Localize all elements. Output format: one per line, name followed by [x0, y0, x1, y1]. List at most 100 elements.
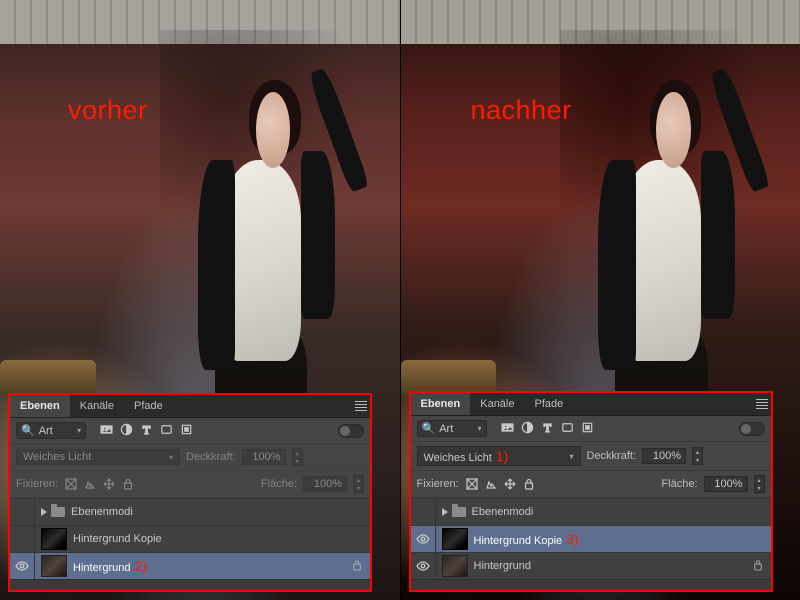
- filter-adjust-icon[interactable]: [521, 421, 534, 437]
- lock-position-icon[interactable]: [503, 477, 517, 491]
- layer-group-row[interactable]: Ebenenmodi: [10, 498, 370, 525]
- filter-type-icon[interactable]: [140, 423, 153, 439]
- opacity-value[interactable]: 100%: [242, 449, 286, 465]
- filter-kind-label: Art: [39, 425, 73, 437]
- tab-paths[interactable]: Pfade: [525, 393, 574, 415]
- tab-channels[interactable]: Kanäle: [470, 393, 524, 415]
- layer-name: Hintergrund2): [73, 558, 352, 574]
- layer-thumbnail[interactable]: [442, 528, 468, 550]
- lock-position-icon[interactable]: [102, 477, 116, 491]
- after-label: nachher: [471, 95, 572, 126]
- search-icon: 🔍: [422, 422, 436, 435]
- annotation-2: 2): [134, 558, 146, 574]
- opacity-value[interactable]: 100%: [642, 448, 686, 464]
- lock-pixels-icon[interactable]: [484, 477, 498, 491]
- fill-value[interactable]: 100%: [303, 476, 347, 492]
- lock-all-icon[interactable]: [522, 477, 536, 491]
- visibility-toggle[interactable]: [10, 526, 35, 552]
- layer-name: Ebenenmodi: [71, 506, 370, 518]
- panel-footer: [10, 579, 370, 590]
- fill-stepper[interactable]: ▴▾: [353, 475, 364, 493]
- filter-row: 🔍 Art ▾: [411, 416, 771, 442]
- fill-stepper[interactable]: ▴▾: [754, 475, 765, 493]
- layer-thumbnail[interactable]: [442, 555, 468, 577]
- layer-copy-row[interactable]: Hintergrund Kopie: [10, 525, 370, 552]
- disclosure-triangle-icon[interactable]: [442, 508, 448, 516]
- opacity-stepper[interactable]: ▴▾: [692, 447, 703, 465]
- search-icon: 🔍: [21, 424, 35, 437]
- annotation-3: 3): [566, 531, 578, 547]
- tab-layers[interactable]: Ebenen: [411, 393, 471, 415]
- opacity-label: Deckkraft:: [587, 450, 637, 462]
- filter-toggle[interactable]: [338, 424, 364, 438]
- layer-list: Ebenenmodi Hintergrund Kopie Hintergrund…: [10, 498, 370, 579]
- filter-row: 🔍 Art ▾: [10, 418, 370, 444]
- photo-pipe: [0, 360, 96, 396]
- lock-label: Fixieren:: [417, 478, 459, 490]
- lock-pixels-icon[interactable]: [83, 477, 97, 491]
- blend-mode-value: Weiches Licht1): [424, 448, 509, 464]
- lock-all-icon[interactable]: [121, 477, 135, 491]
- layer-name: Hintergrund Kopie3): [474, 531, 771, 547]
- tab-paths[interactable]: Pfade: [124, 395, 173, 417]
- visibility-toggle[interactable]: [411, 553, 436, 579]
- visibility-toggle[interactable]: [411, 526, 436, 552]
- blend-mode-value: Weiches Licht: [23, 451, 91, 463]
- before-half: vorher Ebenen Kanäle Pfade 🔍 Art ▾: [0, 0, 400, 600]
- opacity-stepper[interactable]: ▴▾: [292, 448, 303, 466]
- disclosure-triangle-icon[interactable]: [41, 508, 47, 516]
- layer-copy-row[interactable]: Hintergrund Kopie3): [411, 525, 771, 552]
- layer-bg-row[interactable]: Hintergrund2): [10, 552, 370, 579]
- panel-menu-icon[interactable]: [352, 395, 370, 417]
- filter-toggle[interactable]: [739, 422, 765, 436]
- filter-shape-icon[interactable]: [561, 421, 574, 437]
- blend-row: Weiches Licht ▾ Deckkraft: 100% ▴▾: [10, 444, 370, 471]
- blend-row: Weiches Licht1) ▾ Deckkraft: 100% ▴▾: [411, 442, 771, 471]
- fill-value[interactable]: 100%: [704, 476, 748, 492]
- tab-channels[interactable]: Kanäle: [70, 395, 124, 417]
- lock-row: Fixieren: Fläche: 100% ▴▾: [411, 471, 771, 498]
- blend-mode-select[interactable]: Weiches Licht1) ▾: [417, 446, 581, 466]
- layer-name: Hintergrund Kopie: [73, 533, 370, 545]
- visibility-toggle[interactable]: [10, 553, 35, 579]
- visibility-toggle[interactable]: [10, 499, 35, 525]
- folder-icon: [51, 507, 65, 517]
- layer-bg-row[interactable]: Hintergrund: [411, 552, 771, 579]
- fill-label: Fläche:: [661, 478, 697, 490]
- lock-icon: [753, 559, 763, 574]
- chevron-down-icon: ▾: [169, 453, 173, 462]
- chevron-down-icon: ▾: [477, 424, 481, 433]
- filter-pixel-icon[interactable]: [100, 423, 113, 439]
- before-label: vorher: [68, 95, 148, 126]
- layer-list: Ebenenmodi Hintergrund Kopie3) Hintergru…: [411, 498, 771, 579]
- layer-thumbnail[interactable]: [41, 528, 67, 550]
- layers-panel-after: Ebenen Kanäle Pfade 🔍 Art ▾: [409, 391, 773, 592]
- layer-name: Ebenenmodi: [472, 506, 771, 518]
- layer-thumbnail[interactable]: [41, 555, 67, 577]
- after-half: nachher Ebenen Kanäle Pfade 🔍 Art ▾: [400, 0, 800, 600]
- panel-menu-icon[interactable]: [753, 393, 771, 415]
- annotation-1: 1): [496, 448, 508, 464]
- layer-filter-kind[interactable]: 🔍 Art ▾: [16, 422, 86, 439]
- lock-transparent-icon[interactable]: [465, 477, 479, 491]
- filter-type-icon[interactable]: [541, 421, 554, 437]
- lock-row: Fixieren: Fläche: 100% ▴▾: [10, 471, 370, 498]
- folder-icon: [452, 507, 466, 517]
- filter-type-icons: [501, 421, 594, 437]
- fill-label: Fläche:: [261, 478, 297, 490]
- filter-shape-icon[interactable]: [160, 423, 173, 439]
- visibility-toggle[interactable]: [411, 499, 436, 525]
- tab-layers[interactable]: Ebenen: [10, 395, 70, 417]
- filter-smart-icon[interactable]: [180, 423, 193, 439]
- lock-transparent-icon[interactable]: [64, 477, 78, 491]
- panel-tabs: Ebenen Kanäle Pfade: [10, 395, 370, 418]
- filter-pixel-icon[interactable]: [501, 421, 514, 437]
- layers-panel-before: Ebenen Kanäle Pfade 🔍 Art ▾: [8, 393, 372, 592]
- filter-smart-icon[interactable]: [581, 421, 594, 437]
- layer-group-row[interactable]: Ebenenmodi: [411, 498, 771, 525]
- panel-footer: [411, 579, 771, 590]
- layer-filter-kind[interactable]: 🔍 Art ▾: [417, 420, 487, 437]
- filter-adjust-icon[interactable]: [120, 423, 133, 439]
- blend-mode-select[interactable]: Weiches Licht ▾: [16, 449, 180, 465]
- opacity-label: Deckkraft:: [186, 451, 236, 463]
